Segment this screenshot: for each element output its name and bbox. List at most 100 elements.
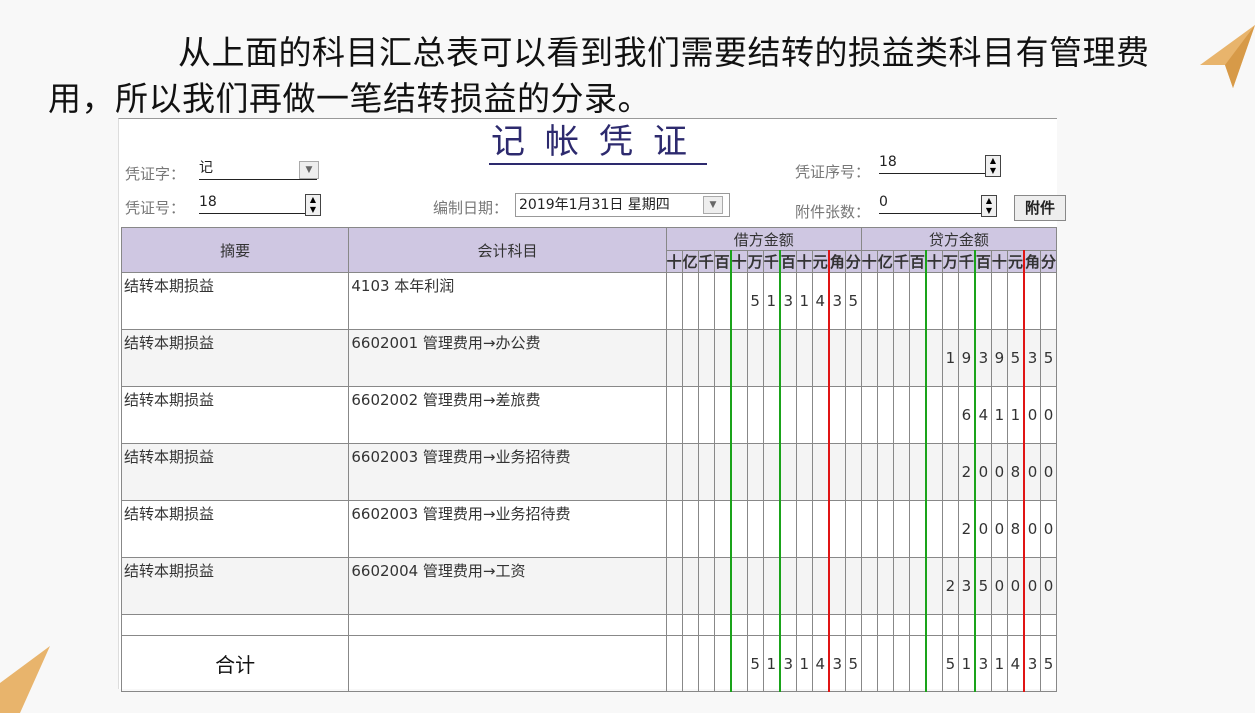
amount-digit[interactable] xyxy=(762,386,781,444)
amount-digit[interactable] xyxy=(713,443,732,501)
amount-digit[interactable] xyxy=(697,272,715,330)
amount-digit[interactable]: 0 xyxy=(1039,557,1058,615)
amount-digit[interactable]: 3 xyxy=(828,272,846,330)
amount-digit[interactable] xyxy=(746,386,764,444)
table-row[interactable] xyxy=(120,614,1058,636)
amount-digit[interactable] xyxy=(957,272,976,330)
amount-digit[interactable]: 9 xyxy=(957,329,976,387)
table-row[interactable]: 结转本期损益 6602002 管理费用→差旅费 6 4 1 1 0 0 xyxy=(120,386,1058,444)
summary-cell[interactable]: 结转本期损益 xyxy=(120,386,350,444)
amount-digit[interactable] xyxy=(811,386,830,444)
account-cell[interactable]: 6602001 管理费用→办公费 xyxy=(348,329,667,387)
amount-digit[interactable]: 3 xyxy=(828,635,846,692)
amount-digit[interactable] xyxy=(925,557,943,615)
summary-cell[interactable]: 结转本期损益 xyxy=(120,272,350,330)
account-cell[interactable]: 6602002 管理费用→差旅费 xyxy=(348,386,667,444)
amount-digit[interactable]: 1 xyxy=(1006,386,1025,444)
amount-digit[interactable]: 0 xyxy=(990,500,1008,558)
chevron-down-icon[interactable]: ▼ xyxy=(703,196,723,214)
amount-digit[interactable] xyxy=(697,635,715,692)
amount-digit[interactable] xyxy=(892,329,910,387)
amount-digit[interactable]: 1 xyxy=(941,329,959,387)
amount-digit[interactable] xyxy=(844,329,862,387)
amount-digit[interactable] xyxy=(713,500,732,558)
amount-digit[interactable]: 8 xyxy=(1006,443,1025,501)
amount-digit[interactable] xyxy=(665,272,683,330)
summary-cell[interactable]: 结转本期损益 xyxy=(120,557,350,615)
amount-digit[interactable] xyxy=(974,272,992,330)
amount-digit[interactable] xyxy=(892,443,910,501)
spinner-icon[interactable]: ▲ ▼ xyxy=(985,155,1001,177)
amount-digit[interactable]: 5 xyxy=(844,635,862,692)
amount-digit[interactable] xyxy=(925,635,943,692)
voucher-seq-field[interactable]: 18 xyxy=(879,153,1001,174)
amount-digit[interactable] xyxy=(876,635,894,692)
amount-digit[interactable] xyxy=(925,500,943,558)
summary-cell[interactable]: 结转本期损益 xyxy=(120,500,350,558)
table-row[interactable]: 结转本期损益 4103 本年利润 5 1 3 1 4 3 5 xyxy=(120,272,1058,330)
amount-digit[interactable]: 5 xyxy=(1039,329,1058,387)
amount-digit[interactable] xyxy=(860,500,878,558)
amount-digit[interactable] xyxy=(925,386,943,444)
amount-digit[interactable] xyxy=(828,500,846,558)
amount-digit[interactable] xyxy=(681,272,699,330)
amount-digit[interactable] xyxy=(795,557,813,615)
amount-digit[interactable] xyxy=(1006,272,1025,330)
amount-digit[interactable] xyxy=(697,500,715,558)
amount-digit[interactable]: 4 xyxy=(811,635,830,692)
amount-digit[interactable] xyxy=(665,386,683,444)
account-cell[interactable]: 6602003 管理费用→业务招待费 xyxy=(348,500,667,558)
amount-digit[interactable] xyxy=(681,557,699,615)
amount-digit[interactable]: 4 xyxy=(811,272,830,330)
amount-digit[interactable] xyxy=(876,272,894,330)
amount-digit[interactable] xyxy=(925,272,943,330)
amount-digit[interactable] xyxy=(908,386,927,444)
voucher-number-field[interactable]: 18 xyxy=(199,193,321,214)
amount-digit[interactable] xyxy=(892,272,910,330)
amount-digit[interactable] xyxy=(730,635,748,692)
amount-digit[interactable] xyxy=(892,500,910,558)
amount-digit[interactable]: 9 xyxy=(990,329,1008,387)
amount-digit[interactable] xyxy=(665,557,683,615)
amount-digit[interactable] xyxy=(665,635,683,692)
amount-digit[interactable] xyxy=(713,635,732,692)
amount-digit[interactable]: 0 xyxy=(990,443,1008,501)
summary-cell[interactable]: 结转本期损益 xyxy=(120,443,350,501)
amount-digit[interactable] xyxy=(811,500,830,558)
table-row[interactable]: 结转本期损益 6602003 管理费用→业务招待费 2 0 0 8 0 0 xyxy=(120,443,1058,501)
amount-digit[interactable] xyxy=(681,329,699,387)
amount-digit[interactable] xyxy=(779,557,797,615)
amount-digit[interactable] xyxy=(908,500,927,558)
amount-digit[interactable] xyxy=(828,443,846,501)
amount-digit[interactable] xyxy=(844,500,862,558)
amount-digit[interactable] xyxy=(697,329,715,387)
amount-digit[interactable]: 0 xyxy=(1039,386,1058,444)
amount-digit[interactable] xyxy=(795,443,813,501)
amount-digit[interactable]: 5 xyxy=(746,635,764,692)
amount-digit[interactable] xyxy=(941,272,959,330)
amount-digit[interactable]: 2 xyxy=(941,557,959,615)
amount-digit[interactable] xyxy=(730,329,748,387)
amount-digit[interactable] xyxy=(779,443,797,501)
amount-digit[interactable] xyxy=(746,329,764,387)
amount-digit[interactable]: 5 xyxy=(974,557,992,615)
amount-digit[interactable] xyxy=(941,386,959,444)
amount-digit[interactable] xyxy=(730,557,748,615)
amount-digit[interactable] xyxy=(908,443,927,501)
amount-digit[interactable] xyxy=(730,272,748,330)
amount-digit[interactable] xyxy=(908,329,927,387)
amount-digit[interactable] xyxy=(990,272,1008,330)
amount-digit[interactable]: 1 xyxy=(990,635,1008,692)
amount-digit[interactable] xyxy=(908,635,927,692)
amount-digit[interactable] xyxy=(713,329,732,387)
amount-digit[interactable]: 5 xyxy=(746,272,764,330)
amount-digit[interactable] xyxy=(811,557,830,615)
amount-digit[interactable] xyxy=(844,443,862,501)
amount-digit[interactable] xyxy=(844,386,862,444)
amount-digit[interactable]: 0 xyxy=(1023,386,1041,444)
amount-digit[interactable]: 3 xyxy=(974,635,992,692)
amount-digit[interactable]: 4 xyxy=(1006,635,1025,692)
amount-digit[interactable] xyxy=(681,386,699,444)
table-row[interactable]: 结转本期损益 6602001 管理费用→办公费 1 9 3 9 5 3 5 xyxy=(120,329,1058,387)
amount-digit[interactable] xyxy=(795,500,813,558)
